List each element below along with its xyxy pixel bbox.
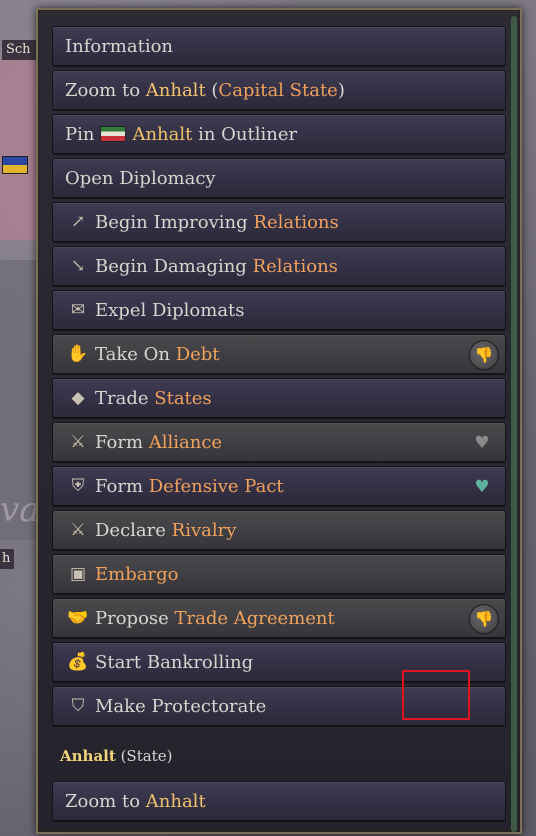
ai-acceptance-icon: ♥ (474, 433, 490, 453)
improve-relations-icon: ↗ (70, 212, 86, 232)
menu-item-take-on-debt[interactable]: ✋ Take On Debt 👎 (52, 334, 506, 374)
menu-item-text: Zoom to (65, 79, 146, 101)
state-suffix: (State) (115, 747, 173, 765)
protectorate-icon: ⛉ (71, 696, 85, 716)
menu-item-text: Anhalt (132, 123, 193, 145)
highlight-marker (402, 670, 470, 720)
menu-item-improve-relations[interactable]: ↗ Begin Improving Relations (52, 202, 506, 242)
menu-item-text: Open Diplomacy (65, 167, 216, 189)
menu-item-text: Trade Agreement (174, 607, 335, 629)
menu-item-text: Start Bankrolling (95, 651, 254, 673)
menu-item-text: ( (205, 79, 219, 101)
menu-item-text: Embargo (95, 563, 179, 585)
map-region (0, 60, 40, 240)
money-bag-icon: 💰 (67, 652, 89, 672)
menu-item-text: Capital State (218, 79, 338, 101)
menu-item-form-alliance[interactable]: ⚔ Form Alliance ♥ (52, 422, 506, 462)
menu-item-text: Declare (95, 519, 172, 541)
map-flag-icon[interactable] (2, 156, 28, 174)
state-name: Anhalt (60, 747, 116, 765)
menu-item-text: Expel Diplomats (95, 299, 245, 321)
menu-item-declare-rivalry[interactable]: ⚔ Declare Rivalry (52, 510, 506, 550)
menu-item-text: Information (65, 35, 174, 57)
map-label[interactable]: Sch (2, 40, 36, 60)
thumbs-down-icon: 👎 (469, 604, 499, 634)
menu-item-text: Alliance (148, 431, 223, 453)
menu-item-text: Anhalt (145, 79, 206, 101)
menu-item-text: Propose (95, 607, 175, 629)
scrollbar-thumb[interactable] (511, 16, 517, 832)
menu-item-embargo[interactable]: ▣ Embargo (52, 554, 506, 594)
menu-item-text: Defensive Pact (148, 475, 284, 497)
thumbs-down-icon: 👎 (469, 340, 499, 370)
menu-item-text: Relations (252, 255, 338, 277)
rivalry-icon: ⚔ (70, 520, 86, 540)
menu-item-text: States (154, 387, 212, 409)
ai-acceptance-icon: ♥ (474, 477, 490, 497)
menu-item-text: in Outliner (192, 123, 298, 145)
map-region-name: va (0, 490, 40, 530)
menu-item-zoom-capital[interactable]: Zoom to Anhalt (Capital State) (52, 70, 506, 110)
damage-relations-icon: ↘ (70, 256, 86, 276)
menu-item-text: Form (95, 475, 149, 497)
menu-item-text: Form (95, 431, 149, 453)
menu-item-trade-agreement[interactable]: 🤝 Propose Trade Agreement 👎 (52, 598, 506, 638)
menu-item-text: Rivalry (171, 519, 237, 541)
menu-item-text: Relations (253, 211, 339, 233)
menu-item-text: Make Protectorate (95, 695, 267, 717)
menu-item-text: Take On (95, 343, 176, 365)
scrollbar[interactable] (511, 16, 517, 832)
menu-item-open-diplomacy[interactable]: Open Diplomacy (52, 158, 506, 198)
take-debt-icon: ✋ (67, 344, 89, 364)
map-label[interactable]: h (0, 549, 14, 569)
handshake-icon: 🤝 (67, 608, 89, 628)
zoom-to-state-button[interactable]: Zoom to Anhalt (52, 781, 506, 821)
menu-item-defensive-pact[interactable]: ⛨ Form Defensive Pact ♥ (52, 466, 506, 506)
trade-states-icon: ◆ (71, 388, 85, 408)
defensive-pact-icon: ⛨ (71, 476, 85, 496)
menu-item-text: Debt (175, 343, 220, 365)
menu-item-text: ) (337, 79, 345, 101)
menu-item-trade-states[interactable]: ◆ Trade States (52, 378, 506, 418)
menu-item-pin-outliner[interactable]: Pin Anhalt in Outliner (52, 114, 506, 154)
menu-item-damage-relations[interactable]: ↘ Begin Damaging Relations (52, 246, 506, 286)
embargo-icon: ▣ (69, 564, 87, 584)
state-section-title: Anhalt (State) (60, 747, 172, 765)
zoom-label: Zoom to (65, 790, 146, 812)
menu-item-text: Begin Damaging (95, 255, 253, 277)
expel-diplomats-icon: ✉ (70, 300, 86, 320)
zoom-state-name: Anhalt (145, 790, 206, 812)
menu-item-text: Trade (95, 387, 155, 409)
menu-item-text: Begin Improving (95, 211, 254, 233)
menu-item-text: Pin (65, 123, 95, 145)
menu-item-expel-diplomats[interactable]: ✉ Expel Diplomats (52, 290, 506, 330)
country-flag-icon (100, 126, 127, 142)
alliance-icon: ⚔ (70, 432, 86, 452)
menu-item-information[interactable]: Information (52, 26, 506, 66)
